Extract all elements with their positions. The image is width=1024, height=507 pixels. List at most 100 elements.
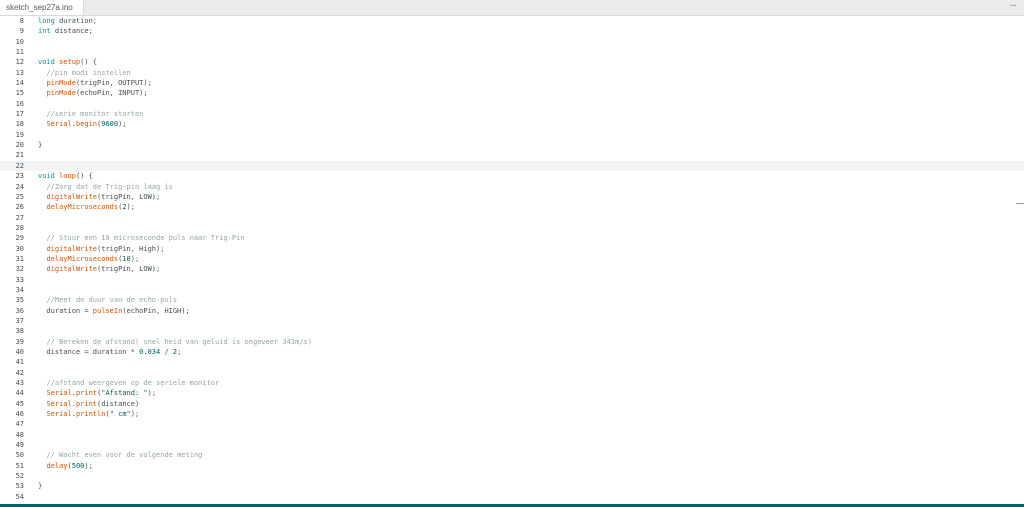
line-number: 47 bbox=[15, 420, 24, 429]
code-line[interactable]: 22 bbox=[0, 160, 1024, 172]
code-line[interactable]: 48 bbox=[0, 430, 1024, 440]
code-text: distance = duration * bbox=[38, 348, 140, 356]
code-function: print bbox=[75, 389, 98, 398]
code-keyword: long bbox=[38, 17, 55, 25]
line-number: 24 bbox=[15, 182, 24, 191]
code-text: (echoPin, HIGH); bbox=[122, 306, 190, 315]
code-content: //pin modi instellen bbox=[38, 68, 130, 78]
code-content: //afstand weergeven op de seriele monito… bbox=[38, 378, 219, 388]
code-line[interactable]: 10 bbox=[0, 37, 1024, 47]
code-number: 500 bbox=[71, 461, 85, 470]
code-text: ); bbox=[130, 410, 140, 419]
code-content: delayMicroseconds(2); bbox=[38, 202, 135, 212]
code-line[interactable]: 39 // Bereken de afstand( snel heid van … bbox=[0, 337, 1024, 347]
line-number: 18 bbox=[15, 120, 24, 129]
code-line[interactable]: 47 bbox=[0, 419, 1024, 429]
code-line[interactable]: 23 void loop() { bbox=[0, 171, 1024, 181]
code-editor[interactable]: 8 long duration; 9 int distance; 10 11 12 void … bbox=[0, 16, 1024, 504]
code-comment: //Meet de duur van de echo-puls bbox=[46, 296, 178, 305]
code-line[interactable]: 28 bbox=[0, 223, 1024, 233]
code-line[interactable]: 45 Serial.print(distance) bbox=[0, 399, 1024, 409]
line-number: 20 bbox=[15, 141, 24, 150]
line-number: 54 bbox=[15, 492, 24, 501]
code-line[interactable]: 53} bbox=[0, 481, 1024, 491]
code-content: Serial.println(" cm"); bbox=[38, 409, 139, 419]
code-line[interactable]: 35 //Meet de duur van de echo-puls bbox=[0, 295, 1024, 305]
code-function: setup bbox=[59, 58, 81, 67]
code-content: digitalWrite(trigPin, LOW); bbox=[38, 192, 160, 202]
code-line[interactable]: 24 //Zorg dat de Trig-pin laag is bbox=[0, 182, 1024, 192]
code-comment: //Zorg dat de Trig-pin laag is bbox=[46, 182, 173, 191]
code-content: void setup() { bbox=[38, 57, 97, 67]
line-number: 10 bbox=[15, 37, 24, 46]
code-line[interactable]: 20} bbox=[0, 140, 1024, 150]
code-line[interactable]: 13 //pin modi instellen bbox=[0, 68, 1024, 78]
code-content: digitalWrite(trigPin, LOW); bbox=[38, 264, 160, 274]
code-content: //serie monitor starten bbox=[38, 109, 143, 119]
code-line[interactable]: 34 bbox=[0, 285, 1024, 295]
line-number: 42 bbox=[15, 368, 24, 377]
code-line[interactable]: 49 bbox=[0, 440, 1024, 450]
code-line[interactable]: 11 bbox=[0, 47, 1024, 57]
line-number: 32 bbox=[15, 265, 24, 274]
line-number: 36 bbox=[15, 306, 24, 315]
code-line[interactable]: 26 delayMicroseconds(2); bbox=[0, 202, 1024, 212]
code-line[interactable]: 54 bbox=[0, 492, 1024, 502]
code-line[interactable]: 15 pinMode(echoPin, INPUT); bbox=[0, 88, 1024, 98]
line-number: 35 bbox=[15, 296, 24, 305]
code-function: pinMode bbox=[46, 79, 76, 88]
code-line[interactable]: 50 // Wacht even voor de volgende meting bbox=[0, 450, 1024, 460]
code-line[interactable]: 17 //serie monitor starten bbox=[0, 109, 1024, 119]
line-number: 19 bbox=[15, 130, 24, 139]
line-number: 23 bbox=[15, 172, 24, 181]
code-line[interactable]: 19 bbox=[0, 130, 1024, 140]
code-line[interactable]: 27 bbox=[0, 213, 1024, 223]
line-number: 14 bbox=[15, 79, 24, 88]
line-number: 11 bbox=[15, 48, 24, 57]
line-number: 48 bbox=[15, 430, 24, 439]
code-line[interactable]: 8 long duration; bbox=[0, 16, 1024, 26]
code-content: pinMode(echoPin, INPUT); bbox=[38, 88, 147, 98]
code-line[interactable]: 30 digitalWrite(trigPin, High); bbox=[0, 244, 1024, 254]
code-line[interactable]: 40 distance = duration * 0.034 / 2; bbox=[0, 347, 1024, 357]
code-line[interactable]: 44 Serial.print("Afstand: "); bbox=[0, 388, 1024, 398]
line-number: 31 bbox=[15, 254, 24, 263]
line-number: 39 bbox=[15, 337, 24, 346]
code-line[interactable]: 36 duration = pulseIn(echoPin, HIGH); bbox=[0, 306, 1024, 316]
code-content: // Wacht even voor de volgende meting bbox=[38, 450, 202, 460]
code-line[interactable]: 41 bbox=[0, 357, 1024, 367]
tab-filename: sketch_sep27a.ino bbox=[6, 3, 73, 12]
code-function: begin bbox=[75, 120, 98, 129]
code-line[interactable]: 21 bbox=[0, 150, 1024, 160]
line-number: 16 bbox=[15, 99, 24, 108]
code-function: Serial bbox=[46, 399, 72, 408]
line-number: 34 bbox=[15, 285, 24, 294]
more-horizontal-icon[interactable]: ··· bbox=[1009, 0, 1016, 15]
code-line[interactable]: 16 bbox=[0, 99, 1024, 109]
code-line[interactable]: 32 digitalWrite(trigPin, LOW); bbox=[0, 264, 1024, 274]
code-content: Serial.print("Afstand: "); bbox=[38, 388, 156, 398]
tab-sketch-file[interactable]: sketch_sep27a.ino bbox=[0, 0, 84, 15]
code-line[interactable]: 25 digitalWrite(trigPin, LOW); bbox=[0, 192, 1024, 202]
code-line[interactable]: 38 bbox=[0, 326, 1024, 336]
code-text: ); bbox=[130, 254, 140, 263]
line-number: 30 bbox=[15, 244, 24, 253]
code-line[interactable]: 33 bbox=[0, 275, 1024, 285]
code-comment: // Stuur een 10 microseconde puls naar T… bbox=[46, 234, 245, 243]
scrollbar-marker[interactable] bbox=[1016, 203, 1024, 204]
code-line[interactable]: 12 void setup() { bbox=[0, 57, 1024, 67]
code-line[interactable]: 46 Serial.println(" cm"); bbox=[0, 409, 1024, 419]
code-line[interactable]: 14 pinMode(trigPin, OUTPUT); bbox=[0, 78, 1024, 88]
code-line[interactable]: 31 delayMicroseconds(10); bbox=[0, 254, 1024, 264]
code-line[interactable]: 9 int distance; bbox=[0, 26, 1024, 36]
code-line[interactable]: 18 Serial.begin(9600); bbox=[0, 119, 1024, 129]
code-line[interactable]: 43 //afstand weergeven op de seriele mon… bbox=[0, 378, 1024, 388]
line-number: 38 bbox=[15, 327, 24, 336]
code-function: Serial bbox=[46, 389, 72, 398]
code-line[interactable]: 37 bbox=[0, 316, 1024, 326]
code-line[interactable]: 51 delay(500); bbox=[0, 461, 1024, 471]
code-line[interactable]: 42 bbox=[0, 368, 1024, 378]
line-number: 50 bbox=[15, 451, 24, 460]
code-line[interactable]: 29 // Stuur een 10 microseconde puls naa… bbox=[0, 233, 1024, 243]
code-line[interactable]: 52 bbox=[0, 471, 1024, 481]
